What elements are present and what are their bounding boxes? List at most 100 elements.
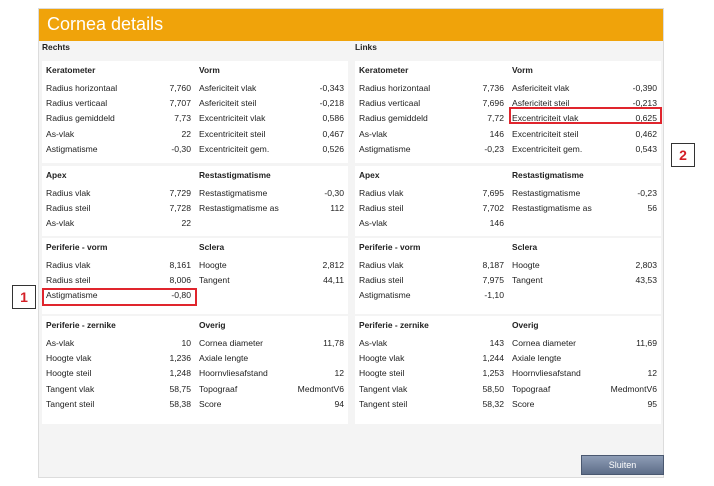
field-value: 0,586	[322, 113, 344, 124]
field-row-hoogte-steil: Hoogte steil 1,248	[46, 366, 191, 381]
field-row-tangent-vlak: Tangent vlak 58,50	[359, 382, 504, 397]
field-label: Hoogte steil	[46, 368, 92, 379]
field-value: 10	[181, 338, 191, 348]
field-value: 0,462	[635, 128, 657, 139]
field-value: -0,30	[324, 188, 344, 198]
field-value: -0,23	[637, 188, 657, 198]
side-label-links: Links	[355, 42, 377, 52]
field-row-axiale-lengte: Axiale lengte	[199, 351, 344, 366]
callout-box-2	[509, 107, 662, 124]
field-row-as-vlak: As-vlak 22	[46, 127, 191, 142]
field-label: Topograaf	[512, 383, 551, 394]
panel-rechts-sclera: Sclera Hoogte 2,812 Tangent 44,11	[195, 238, 348, 314]
callout-box-1	[42, 288, 197, 306]
field-value: MedmontV6	[297, 383, 344, 394]
field-label: Cornea diameter	[199, 338, 264, 348]
field-label: Hoornvliesafstand	[512, 368, 581, 379]
panel-rechts-restastigmatisme: Restastigmatisme Restastigmatisme -0,30 Res…	[195, 166, 348, 236]
field-label: Radius vlak	[46, 188, 91, 198]
field-label: Radius horizontaal	[359, 83, 431, 93]
field-row-radius-vlak: Radius vlak 7,695	[359, 186, 504, 201]
field-row-asfericiteit-vlak: Asfericiteit vlak -0,390	[512, 81, 657, 96]
field-value: 94	[334, 398, 344, 409]
field-value: 1,248	[169, 368, 191, 379]
field-value: 7,695	[482, 188, 504, 198]
field-row-axiale-lengte: Axiale lengte	[512, 351, 657, 366]
panel-rechts-overig: Overig Cornea diameter 11,78 Axiale lengte H…	[195, 316, 348, 424]
field-value: 43,53	[635, 275, 657, 286]
field-row-tangent: Tangent 43,53	[512, 273, 657, 288]
field-label: Tangent vlak	[46, 383, 95, 394]
field-label: Tangent steil	[359, 398, 408, 409]
field-row-astigmatisme: Astigmatisme -0,23	[359, 142, 504, 157]
field-value: 7,72	[487, 113, 504, 124]
field-value: 146	[489, 128, 504, 139]
close-button[interactable]: Sluiten	[581, 455, 664, 475]
field-value: 58,38	[169, 398, 191, 409]
field-row-restastigmatisme-as: Restastigmatisme as 56	[512, 201, 657, 216]
field-value: 0,543	[635, 143, 657, 154]
field-row-topograaf: Topograaf MedmontV6	[199, 382, 344, 397]
field-row-radius-steil: Radius steil 7,728	[46, 201, 191, 216]
field-row-hoornvliesafstand: Hoornvliesafstand 12	[199, 366, 344, 381]
section-title: Keratometer	[359, 65, 409, 75]
field-label: Radius gemiddeld	[46, 113, 115, 124]
field-row-tangent-steil: Tangent steil 58,32	[359, 397, 504, 412]
field-value: 22	[181, 218, 191, 229]
section-title: Vorm	[512, 65, 533, 75]
field-label: As-vlak	[359, 128, 388, 139]
field-label: Radius vlak	[46, 260, 91, 270]
field-label: Hoogte	[199, 260, 227, 270]
field-label: As-vlak	[46, 218, 75, 229]
field-label: Axiale lengte	[199, 353, 249, 364]
field-label: Topograaf	[199, 383, 238, 394]
field-label: Radius steil	[359, 203, 404, 214]
field-label: Asfericiteit steil	[199, 98, 257, 109]
field-row-as-vlak: As-vlak 143	[359, 336, 504, 351]
section-title: Apex	[46, 170, 67, 180]
field-row-cornea-diameter: Cornea diameter 11,78	[199, 336, 344, 351]
field-row-radius-vlak: Radius vlak 7,729	[46, 186, 191, 201]
field-label: As-vlak	[359, 218, 388, 229]
field-label: Hoogte vlak	[359, 353, 405, 364]
section-title: Periferie - zernike	[46, 320, 116, 330]
field-value: 8,161	[169, 260, 191, 270]
field-value: 58,50	[482, 383, 504, 394]
field-label: Axiale lengte	[512, 353, 562, 364]
field-row-hoogte: Hoogte 2,812	[199, 258, 344, 273]
field-row-asfericiteit-steil: Asfericiteit steil -0,218	[199, 96, 344, 111]
panel-links-sclera: Sclera Hoogte 2,803 Tangent 43,53	[508, 238, 661, 314]
title-bar: Cornea details	[39, 9, 663, 41]
field-value: 7,975	[482, 275, 504, 286]
field-row-radius-verticaal: Radius verticaal 7,696	[359, 96, 504, 111]
field-row-asfericiteit-vlak: Asfericiteit vlak -0,343	[199, 81, 344, 96]
field-value: 7,728	[169, 203, 191, 214]
field-label: Tangent vlak	[359, 383, 408, 394]
field-label: As-vlak	[46, 128, 75, 139]
field-row-excentriciteit-gem: Excentriciteit gem. 0,543	[512, 142, 657, 157]
field-value: -0,343	[319, 83, 344, 93]
field-row-excentriciteit-steil: Excentriciteit steil 0,467	[199, 127, 344, 142]
field-label: Hoornvliesafstand	[199, 368, 268, 379]
field-row-as-vlak: As-vlak 22	[46, 216, 191, 231]
window-title: Cornea details	[47, 14, 164, 34]
field-row-excentriciteit-steil: Excentriciteit steil 0,462	[512, 127, 657, 142]
field-row-hoogte-vlak: Hoogte vlak 1,236	[46, 351, 191, 366]
field-row-restastigmatisme: Restastigmatisme -0,23	[512, 186, 657, 201]
field-value: 2,803	[635, 260, 657, 270]
field-row-restastigmatisme: Restastigmatisme -0,30	[199, 186, 344, 201]
field-value: 146	[489, 218, 504, 229]
field-value: -0,390	[632, 83, 657, 93]
field-value: 7,760	[169, 83, 191, 93]
field-value: 143	[489, 338, 504, 348]
section-title: Restastigmatisme	[512, 170, 584, 180]
field-value: 112	[330, 203, 344, 214]
panel-rechts-apex: Apex Radius vlak 7,729 Radius steil 7,728 As-…	[42, 166, 195, 236]
field-value: 56	[647, 203, 657, 214]
field-value: -0,30	[171, 143, 191, 154]
field-value: 7,707	[169, 98, 191, 109]
field-value: 12	[647, 368, 657, 379]
field-row-excentriciteit-gem: Excentriciteit gem. 0,526	[199, 142, 344, 157]
field-row-hoogte-steil: Hoogte steil 1,253	[359, 366, 504, 381]
field-row-astigmatisme: Astigmatisme -1,10	[359, 288, 504, 303]
